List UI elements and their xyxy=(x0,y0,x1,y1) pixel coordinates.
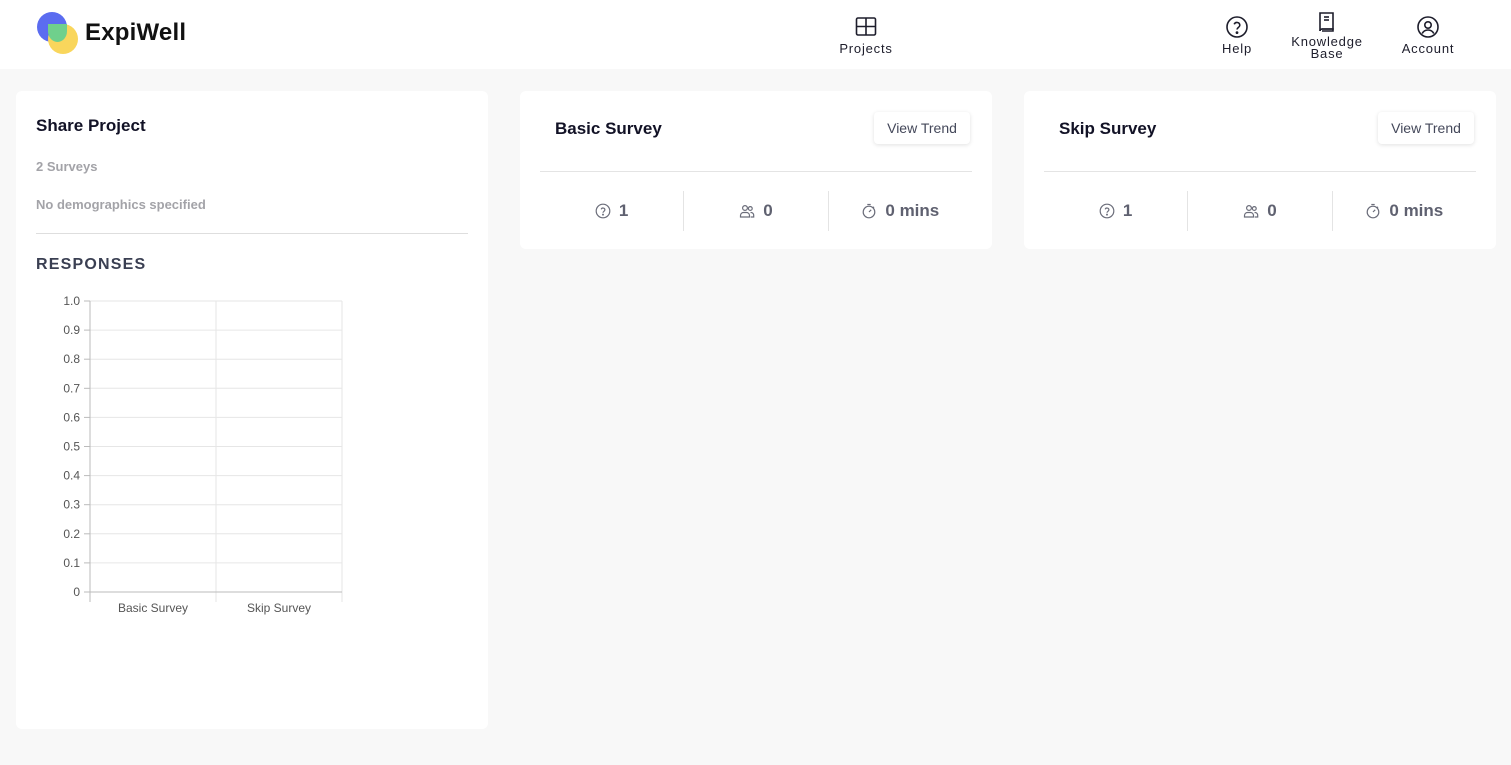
responses-title: RESPONSES xyxy=(36,256,147,273)
stat-duration: 0 mins xyxy=(1331,191,1476,231)
nav-account[interactable]: Account xyxy=(1383,10,1473,65)
nav-help[interactable]: Help xyxy=(1192,10,1282,65)
x-tick-label: Skip Survey xyxy=(247,601,311,615)
survey-card: Basic Survey View Trend 1 0 0 mins xyxy=(520,91,992,249)
surveys-count: 2 Surveys xyxy=(36,159,98,174)
top-header: ExpiWell Projects Help Knowledge Base Ac… xyxy=(0,0,1511,69)
survey-card: Skip Survey View Trend 1 0 0 mins xyxy=(1024,91,1496,249)
y-tick-label: 0.6 xyxy=(63,410,80,424)
logo-icon xyxy=(37,12,79,54)
stat-participants: 0 xyxy=(1187,191,1331,231)
survey-title[interactable]: Skip Survey xyxy=(1059,119,1156,139)
y-tick-label: 0.3 xyxy=(63,498,80,512)
duration-value: 0 mins xyxy=(885,201,940,220)
app-name: ExpiWell xyxy=(85,19,187,46)
demographics-text: No demographics specified xyxy=(36,197,206,212)
view-trend-button[interactable]: View Trend xyxy=(874,112,970,144)
participants-count: 0 xyxy=(763,201,773,220)
share-project-title[interactable]: Share Project xyxy=(36,116,146,136)
survey-stats: 1 0 0 mins xyxy=(1044,191,1476,231)
nav-account-label: Account xyxy=(1401,41,1455,56)
timer-icon xyxy=(1366,203,1380,219)
nav-help-label: Help xyxy=(1222,41,1252,56)
survey-stats: 1 0 0 mins xyxy=(540,191,972,231)
stat-duration: 0 mins xyxy=(827,191,972,231)
survey-divider xyxy=(540,171,972,172)
nav-projects[interactable]: Projects xyxy=(821,10,911,65)
users-icon xyxy=(1244,204,1259,218)
nav-knowledge-label-2: Base xyxy=(1310,46,1344,61)
survey-title[interactable]: Basic Survey xyxy=(555,119,662,139)
stat-questions: 1 xyxy=(540,191,683,231)
question-icon xyxy=(595,203,611,219)
y-tick-label: 0.9 xyxy=(63,323,80,337)
duration-value: 0 mins xyxy=(1389,201,1444,220)
y-tick-label: 1.0 xyxy=(63,294,80,308)
share-project-card: Share Project 2 Surveys No demographics … xyxy=(16,91,488,729)
user-circle-icon xyxy=(1417,16,1439,38)
y-tick-label: 0.8 xyxy=(63,352,80,366)
book-icon xyxy=(1319,12,1334,32)
y-tick-label: 0.7 xyxy=(63,381,80,395)
share-divider xyxy=(36,233,468,234)
x-tick-label: Basic Survey xyxy=(118,601,188,615)
questions-count: 1 xyxy=(1122,201,1133,220)
questions-count: 1 xyxy=(618,201,629,220)
y-tick-label: 0.4 xyxy=(63,469,80,483)
question-icon xyxy=(1099,203,1115,219)
stat-questions: 1 xyxy=(1044,191,1187,231)
help-icon xyxy=(1226,16,1248,38)
stat-participants: 0 xyxy=(683,191,827,231)
users-icon xyxy=(740,204,755,218)
nav-projects-label: Projects xyxy=(839,41,893,56)
y-tick-label: 0.2 xyxy=(63,527,80,541)
view-trend-button[interactable]: View Trend xyxy=(1378,112,1474,144)
y-tick-label: 0.5 xyxy=(63,440,80,454)
timer-icon xyxy=(862,203,876,219)
survey-divider xyxy=(1044,171,1476,172)
y-tick-label: 0.1 xyxy=(63,556,80,570)
grid-icon xyxy=(855,17,877,36)
nav-knowledge-base[interactable]: Knowledge Base xyxy=(1282,10,1372,65)
y-tick-label: 0 xyxy=(73,585,80,599)
participants-count: 0 xyxy=(1267,201,1277,220)
app-logo[interactable]: ExpiWell xyxy=(37,12,186,54)
responses-chart: 1.0 0.9 0.8 0.7 0.6 0.5 0.4 0.3 0.2 0.1 0 Basic Sur… xyxy=(63,294,343,615)
